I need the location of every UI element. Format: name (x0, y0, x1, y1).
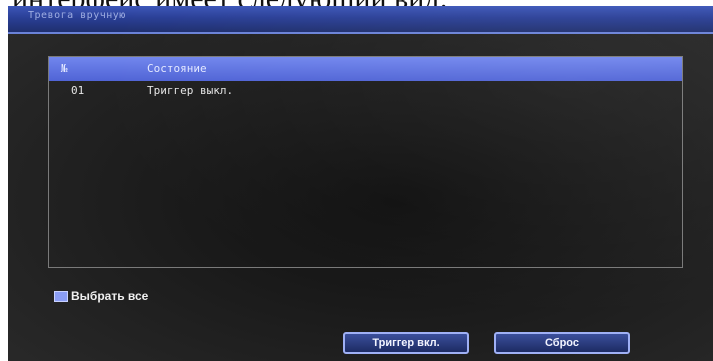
manual-alarm-dialog: Тревога вручную № Состояние 01 Триггер в… (8, 6, 713, 361)
checkbox-checked-icon[interactable] (54, 290, 68, 302)
alarm-list: № Состояние 01 Триггер выкл. (48, 56, 683, 268)
select-all-label: Выбрать все (71, 289, 149, 303)
column-header-state: Состояние (147, 62, 207, 75)
trigger-on-button[interactable]: Триггер вкл. (343, 332, 469, 354)
row-state: Триггер выкл. (147, 84, 234, 97)
reset-button[interactable]: Сброс (494, 332, 630, 354)
dialog-title: Тревога вручную (28, 10, 126, 21)
row-number: 01 (71, 84, 85, 97)
dialog-title-bar: Тревога вручную (8, 6, 713, 34)
alarm-list-row[interactable]: 01 Триггер выкл. (49, 83, 682, 101)
column-header-number: № (61, 62, 68, 75)
select-all-checkbox[interactable]: Выбрать все (54, 287, 148, 305)
alarm-list-header: № Состояние (49, 57, 682, 81)
